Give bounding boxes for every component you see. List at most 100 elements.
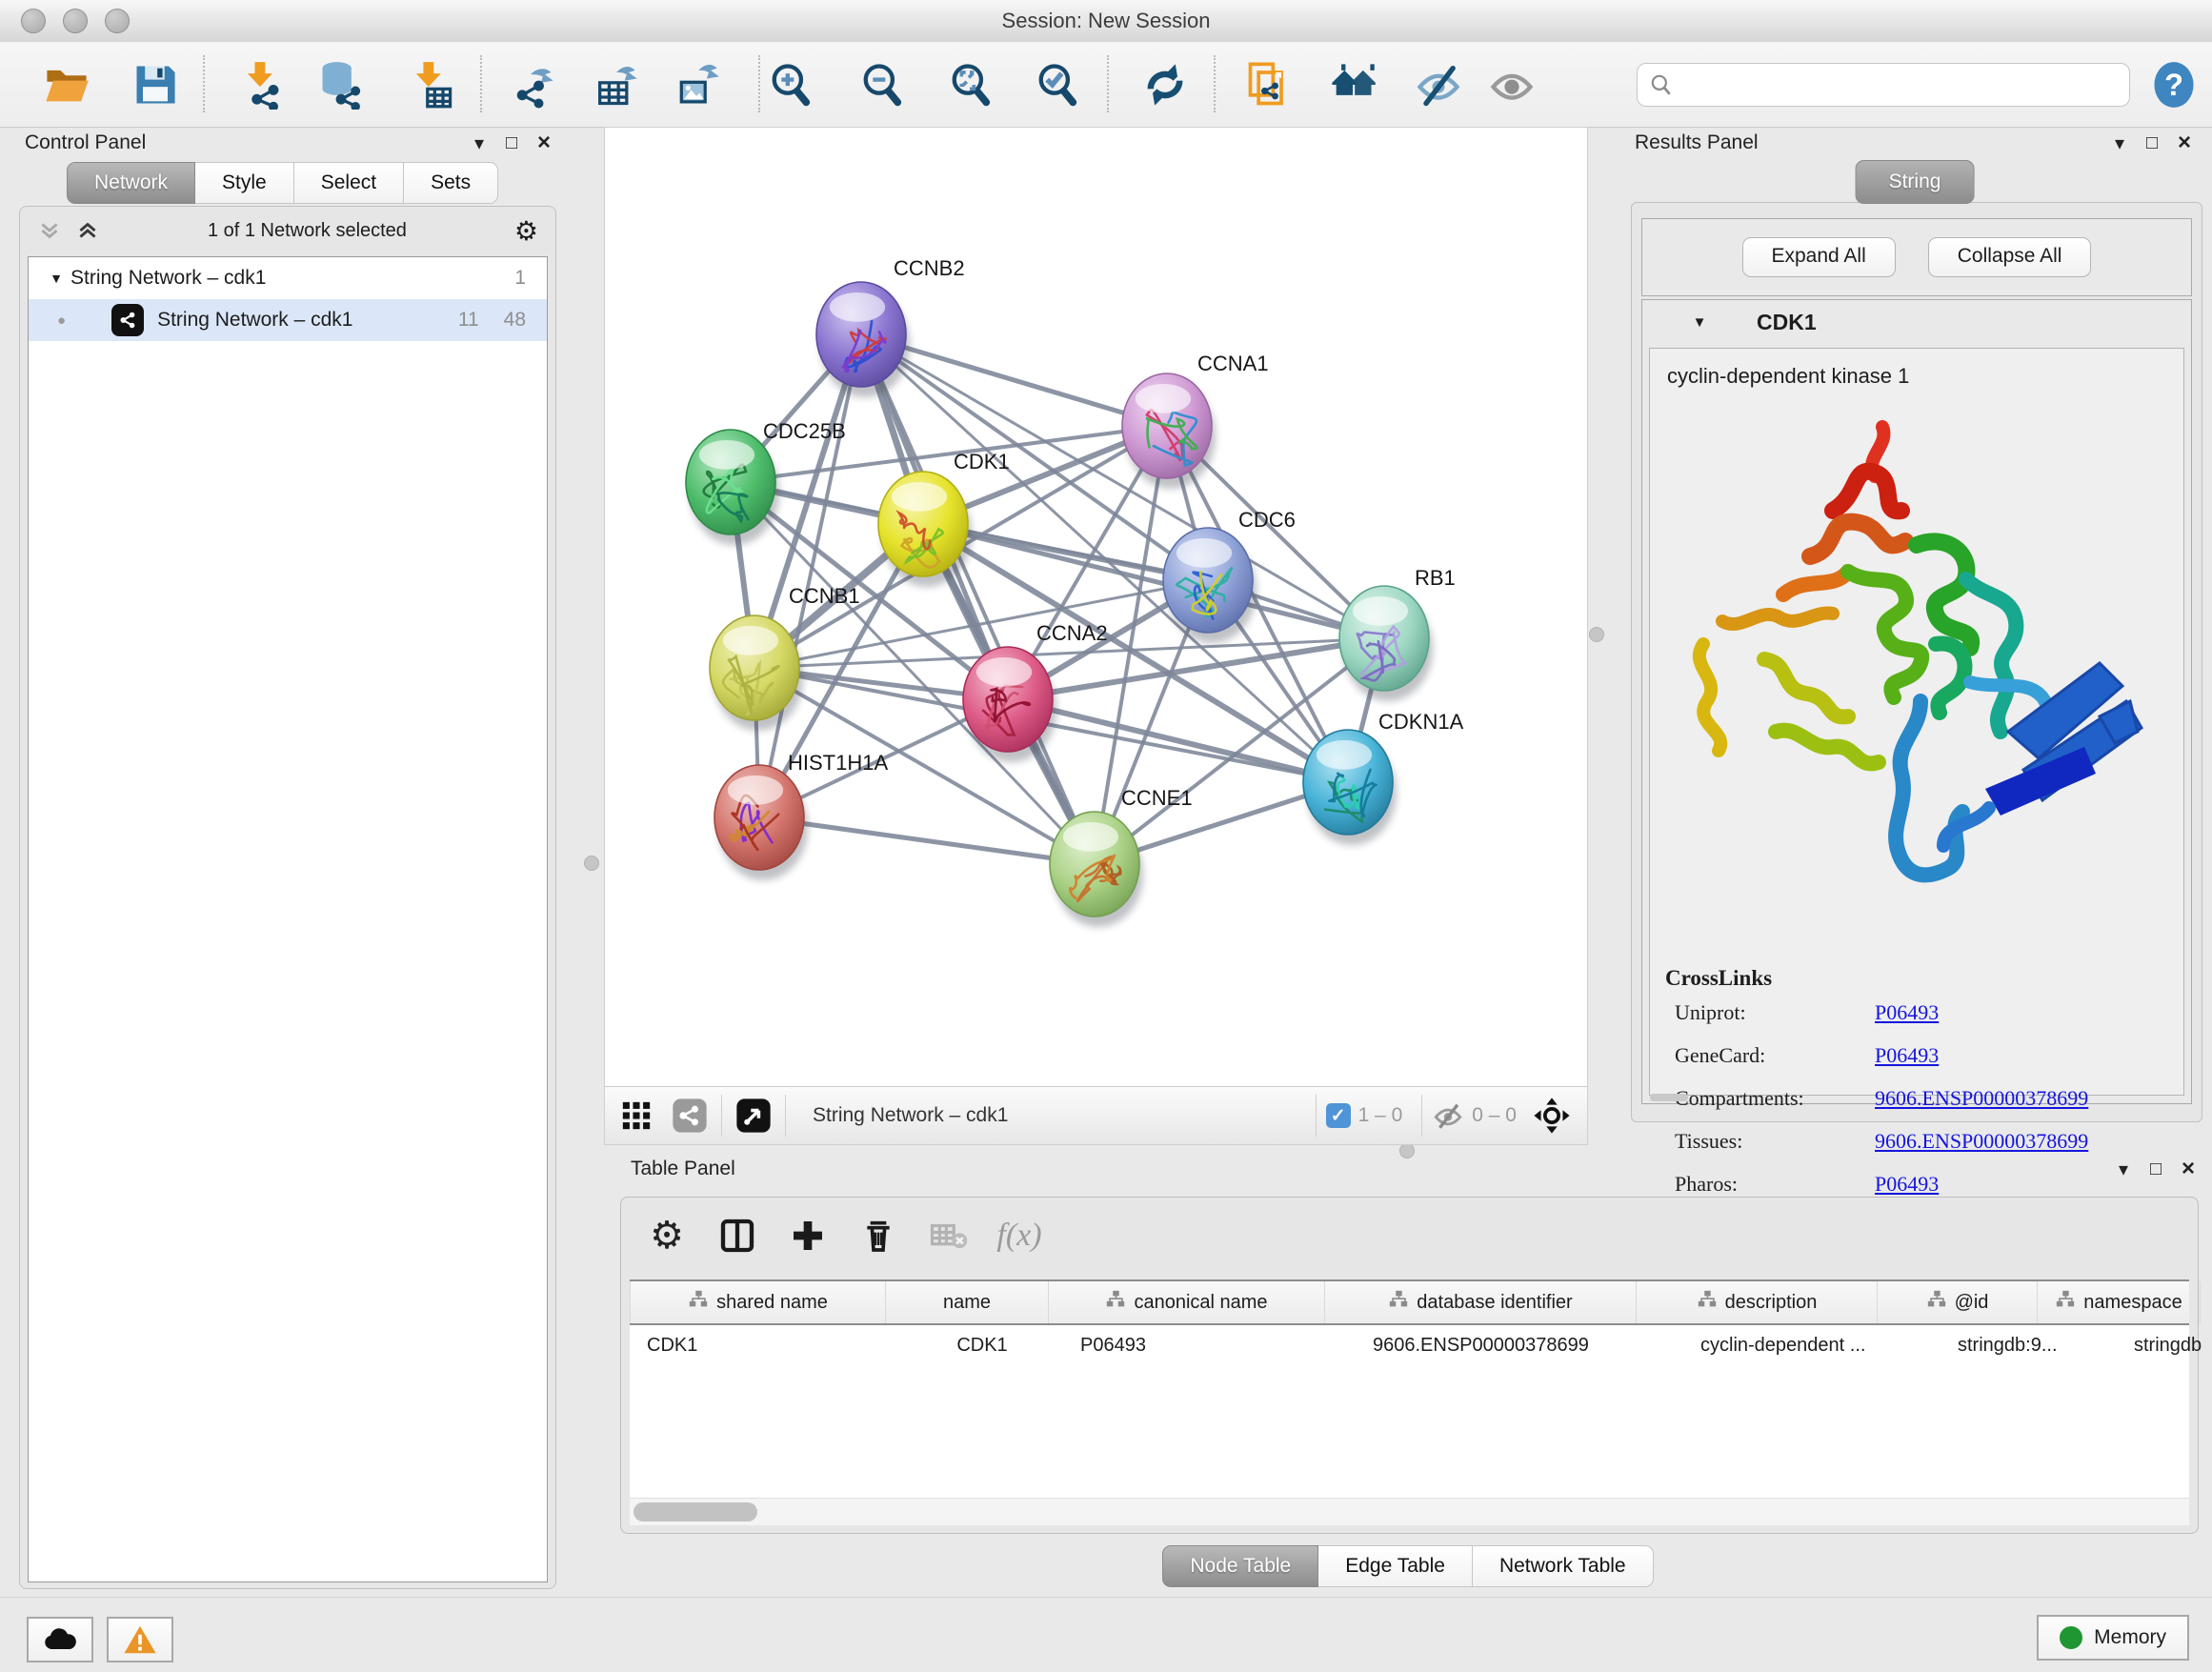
table-panel-float-icon[interactable]: □ (2140, 1158, 2172, 1180)
birdseye-view-icon[interactable] (732, 1095, 775, 1137)
expand-all-icon[interactable] (75, 218, 100, 243)
node-CCNA1[interactable]: CCNA1 (1122, 352, 1269, 489)
node-label-CCNE1: CCNE1 (1121, 786, 1193, 810)
save-session-button[interactable] (127, 57, 184, 112)
first-neighbors-button[interactable] (1324, 57, 1381, 112)
edge-CCNB2-CCNE1[interactable] (861, 334, 1095, 864)
export-network-button[interactable] (504, 57, 561, 112)
export-table-icon (592, 60, 641, 110)
show-columns-icon[interactable] (713, 1211, 762, 1260)
delete-column-icon[interactable] (854, 1211, 903, 1260)
network-options-gear-icon[interactable]: ⚙ (514, 215, 538, 247)
left-splitter-handle[interactable] (584, 856, 599, 871)
import-table-button[interactable] (402, 57, 459, 112)
edge-CCNB2-HIST1H1A[interactable] (759, 334, 861, 817)
table-tab-node-table[interactable]: Node Table (1162, 1545, 1318, 1587)
collection-expander-icon[interactable]: ▼ (42, 271, 70, 286)
memory-button[interactable]: Memory (2037, 1615, 2189, 1661)
table-cell[interactable]: CDK1 (630, 1325, 901, 1365)
column-header-shared-name[interactable]: shared name (631, 1281, 886, 1323)
tab-network[interactable]: Network (67, 162, 195, 204)
window-zoom-button[interactable] (105, 9, 130, 33)
column-header-@id[interactable]: @id (1878, 1281, 2038, 1323)
network-view-icon[interactable] (668, 1095, 712, 1137)
node-HIST1H1A[interactable]: HIST1H1A (714, 751, 888, 880)
control-panel-menu-icon[interactable]: ▾ (463, 131, 495, 155)
table-cell[interactable]: stringdb:9... (1941, 1325, 2117, 1365)
expand-all-button[interactable]: Expand All (1742, 237, 1896, 277)
table-cell[interactable]: CDK1 (901, 1325, 1063, 1365)
column-header-name[interactable]: name (886, 1281, 1049, 1323)
hide-selected-button[interactable] (1410, 57, 1467, 112)
tab-select[interactable]: Select (294, 162, 404, 204)
node-RB1[interactable]: RB1 (1339, 566, 1456, 701)
show-all-button[interactable] (1483, 57, 1540, 112)
node-CCNB2[interactable]: CCNB2 (816, 256, 965, 397)
zoom-selected-button[interactable] (1028, 57, 1085, 112)
import-network-button[interactable] (232, 57, 290, 112)
network-canvas[interactable]: CCNB2CCNA1CDC25BCDK1CDC6RB1CCNB1CCNA2CDK… (605, 128, 1587, 1087)
window-minimize-button[interactable] (63, 9, 88, 33)
add-column-icon[interactable] (783, 1211, 833, 1260)
collapse-all-button[interactable]: Collapse All (1928, 237, 2092, 277)
column-header-description[interactable]: description (1637, 1281, 1878, 1323)
zoom-out-button[interactable] (853, 57, 910, 112)
selected-checkbox[interactable]: ✓ (1326, 1103, 1351, 1128)
control-panel-close-icon[interactable]: × (528, 130, 560, 156)
table-cell[interactable]: stringdb (2117, 1325, 2212, 1365)
results-panel-menu-icon[interactable]: ▾ (2103, 131, 2136, 155)
table-cell[interactable]: cyclin-dependent ... (1683, 1325, 1941, 1365)
open-session-button[interactable] (38, 57, 95, 112)
search-input[interactable] (1674, 73, 2087, 97)
table-cell[interactable]: 9606.ENSP00000378699 (1356, 1325, 1683, 1365)
table-tab-network-table[interactable]: Network Table (1473, 1545, 1654, 1587)
grid-view-icon[interactable] (614, 1095, 658, 1137)
results-hscroll-thumb[interactable] (1650, 1094, 1688, 1101)
zoom-in-button[interactable] (761, 57, 818, 112)
warning-status-button[interactable] (107, 1617, 173, 1662)
table-panel-menu-icon[interactable]: ▾ (2107, 1158, 2140, 1181)
collapse-all-icon[interactable] (37, 218, 62, 243)
right-splitter-handle[interactable] (1589, 627, 1604, 642)
export-table-button[interactable] (588, 57, 645, 112)
results-tab-string[interactable]: String (1856, 160, 1975, 204)
tab-sets[interactable]: Sets (404, 162, 498, 204)
column-label: name (943, 1292, 991, 1314)
export-image-button[interactable] (668, 57, 725, 112)
crosslink-link[interactable]: P06493 (1875, 1043, 1939, 1068)
table-options-gear-icon[interactable]: ⚙ (642, 1211, 692, 1260)
table-panel-close-icon[interactable]: × (2172, 1156, 2204, 1182)
clone-network-button[interactable] (1240, 57, 1297, 112)
column-header-canonical-name[interactable]: canonical name (1049, 1281, 1325, 1323)
crosslink-link[interactable]: 9606.ENSP00000378699 (1875, 1086, 2088, 1111)
table-cell[interactable]: P06493 (1063, 1325, 1356, 1365)
crosslink-link[interactable]: 9606.ENSP00000378699 (1875, 1129, 2088, 1154)
results-panel-close-icon[interactable]: × (2168, 130, 2201, 156)
control-panel-float-icon[interactable]: □ (495, 132, 528, 154)
gene-expander-icon[interactable]: ▼ (1642, 314, 1757, 331)
crosslink-link[interactable]: P06493 (1875, 1000, 1939, 1025)
hidden-counts: 0 – 0 (1472, 1104, 1517, 1127)
network-row-selected[interactable]: ● String Network – cdk1 11 48 (29, 299, 547, 341)
refresh-view-button[interactable] (1136, 57, 1194, 112)
help-button[interactable]: ? (2145, 57, 2202, 112)
houses-icon (1328, 60, 1377, 110)
network-collection-row[interactable]: ▼ String Network – cdk1 1 (29, 257, 547, 299)
window-close-button[interactable] (21, 9, 46, 33)
tab-style[interactable]: Style (195, 162, 294, 204)
table-tab-edge-table[interactable]: Edge Table (1318, 1545, 1473, 1587)
column-header-namespace[interactable]: namespace (2038, 1281, 2201, 1323)
table-hscrollbar[interactable] (630, 1498, 2189, 1525)
cloud-status-button[interactable] (27, 1617, 93, 1662)
zoom-fit-button[interactable] (941, 57, 998, 112)
hidden-eye-slash-icon[interactable] (1432, 1099, 1464, 1132)
node-CCNB1[interactable]: CCNB1 (710, 584, 860, 731)
table-row[interactable]: CDK1CDK1P064939606.ENSP00000378699cyclin… (630, 1325, 2189, 1365)
import-network-from-database-button[interactable] (312, 57, 370, 112)
pan-tool-icon[interactable] (1530, 1095, 1574, 1137)
column-header-database-identifier[interactable]: database identifier (1325, 1281, 1637, 1323)
results-panel-float-icon[interactable]: □ (2136, 132, 2168, 154)
table-hscroll-thumb[interactable] (633, 1502, 757, 1521)
edge-HIST1H1A-CCNE1[interactable] (759, 817, 1095, 864)
node-CDKN1A[interactable]: CDKN1A (1303, 710, 1464, 845)
